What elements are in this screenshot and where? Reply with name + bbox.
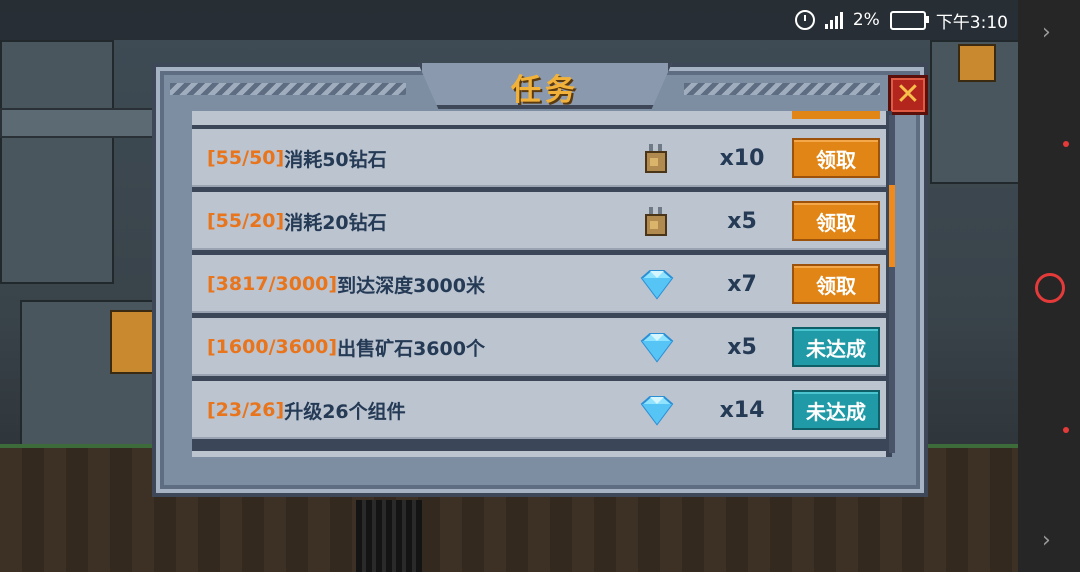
not-achieved-button[interactable]: 未达成: [792, 327, 880, 367]
navigation-bar: › ›: [1018, 0, 1080, 572]
battery-percent: 2%: [852, 10, 880, 30]
claim-button[interactable]: 领取: [792, 264, 880, 304]
background-character: [958, 44, 996, 82]
task-dialog: 任务 ✕ [55/50] 消耗50钻石 x10 领取 [55/20] 消耗20钻石: [152, 63, 928, 497]
task-description: 到达深度3000米: [337, 274, 485, 297]
battery-icon: [889, 10, 929, 30]
background-pipe: [0, 108, 174, 138]
task-description: 出售矿石3600个: [337, 337, 485, 360]
task-description: 消耗20钻石: [284, 211, 387, 234]
task-row: [1600/3600] 出售矿石3600个 x5 未达成: [192, 318, 886, 376]
reward-amount: x10: [719, 145, 765, 171]
task-progress: [55/20]: [207, 210, 285, 232]
title-stripe-right: [684, 83, 880, 95]
reward-amount: x5: [727, 208, 757, 234]
diamond-icon: [640, 270, 674, 300]
diamond-icon: [640, 333, 674, 363]
reward-amount: x5: [727, 334, 757, 360]
status-bar: 2% 下午3:10: [0, 0, 1018, 40]
close-icon: ✕: [895, 77, 921, 112]
title-stripe-left: [170, 83, 406, 95]
task-row: [23/26] 升级26个组件 x14 未达成: [192, 381, 886, 439]
task-progress: [55/50]: [207, 147, 285, 169]
scrollbar-thumb[interactable]: [889, 185, 895, 267]
status-icons: 2% 下午3:10: [794, 0, 1008, 40]
clock: 下午3:10: [935, 12, 1008, 33]
dialog-title: 任务: [511, 73, 579, 108]
claim-button-partial[interactable]: [792, 111, 880, 119]
background-building: [0, 40, 114, 284]
close-button[interactable]: ✕: [888, 75, 928, 115]
task-row: [3817/3000] 到达深度3000米 x7 领取: [192, 255, 886, 313]
task-list[interactable]: [55/50] 消耗50钻石 x10 领取 [55/20] 消耗20钻石 x5 领取: [192, 111, 892, 457]
alarm-icon: [794, 10, 815, 30]
signal-icon: [824, 11, 843, 29]
claim-button[interactable]: 领取: [792, 138, 880, 178]
mine-shaft: [356, 500, 422, 572]
task-row: [55/20] 消耗20钻石 x5 领取: [192, 192, 886, 250]
not-achieved-button[interactable]: 未达成: [792, 390, 880, 430]
backpack-icon: [645, 207, 667, 236]
background-panel: [110, 310, 154, 374]
reward-amount: x7: [727, 271, 757, 297]
diamond-icon: [640, 396, 674, 426]
nav-recent-dot[interactable]: [1063, 427, 1069, 433]
backpack-icon: [645, 144, 667, 173]
title-tab: 任务: [418, 63, 672, 109]
claim-button[interactable]: 领取: [792, 201, 880, 241]
task-row: [55/50] 消耗50钻石 x10 领取: [192, 129, 886, 187]
scrollbar-track[interactable]: [889, 115, 895, 453]
task-progress: [1600/3600]: [207, 336, 338, 358]
reward-amount: x14: [719, 397, 765, 423]
chevron-right-icon[interactable]: ›: [1042, 20, 1051, 45]
home-circle-icon[interactable]: [1035, 273, 1065, 303]
task-progress: [23/26]: [207, 399, 285, 421]
nav-back-dot[interactable]: [1063, 141, 1069, 147]
task-row-partial: [192, 111, 886, 125]
task-description: 升级26个组件: [284, 400, 406, 423]
task-row-partial: [192, 451, 886, 457]
chevron-right-icon[interactable]: ›: [1042, 528, 1051, 553]
task-description: 消耗50钻石: [284, 148, 387, 171]
task-progress: [3817/3000]: [207, 273, 338, 295]
